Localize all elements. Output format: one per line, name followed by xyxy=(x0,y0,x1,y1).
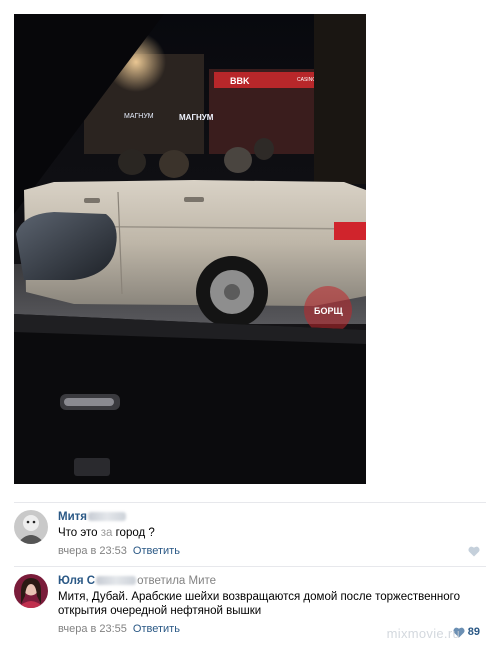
avatar-yulia[interactable] xyxy=(14,574,48,608)
heart-icon xyxy=(468,546,480,557)
comment-mitya: Митя Что это за город ? вчера в 23:53 Отв… xyxy=(14,510,486,558)
comment-text-line: открытия очередной нефтяной вышки xyxy=(58,605,262,617)
comment-meta: вчера в 23:53 Ответить xyxy=(58,545,486,558)
photo-watermark: БОРЩ xyxy=(314,306,343,316)
comment-text-part: Что это xyxy=(58,527,101,540)
post-photo[interactable]: BBK CASINO МАГНУМ МАГНУМ БОРЩ xyxy=(14,14,366,484)
comment-time[interactable]: вчера в 23:55 xyxy=(58,623,127,635)
comments-divider-top xyxy=(14,502,486,503)
reply-button[interactable]: Ответить xyxy=(133,545,180,557)
avatar-image xyxy=(14,574,48,608)
blurred-word: за xyxy=(100,527,113,539)
author-name[interactable]: Юля С xyxy=(58,575,95,587)
casino-sign: CASINO xyxy=(297,77,316,83)
reply-button[interactable]: Ответить xyxy=(133,623,180,635)
bank-sign: BBK xyxy=(230,76,250,86)
comment-text: Митя, Дубай. Арабские шейхи возвращаются… xyxy=(58,590,486,618)
reply-to-label[interactable]: ответила Мите xyxy=(137,575,216,587)
store-sign-left: МАГНУМ xyxy=(124,113,154,120)
comment-author-line: Митя xyxy=(58,510,486,524)
blurred-surname xyxy=(96,576,137,586)
photo-scene: BBK CASINO МАГНУМ МАГНУМ БОРЩ xyxy=(14,14,366,484)
site-watermark: mixmovie.ru xyxy=(386,626,460,641)
avatar-mitya[interactable] xyxy=(14,510,48,544)
avatar-image xyxy=(14,510,48,544)
comment-text-line: Митя, Дубай. Арабские шейхи возвращаются… xyxy=(58,591,460,603)
comment-author-line: Юля С ответила Мите xyxy=(58,574,486,588)
blurred-surname xyxy=(88,512,126,522)
like-count: 89 xyxy=(467,626,480,638)
comment-text-part: город ? xyxy=(112,527,155,540)
comment-time[interactable]: вчера в 23:53 xyxy=(58,545,127,557)
comment-text: Что это за город ? xyxy=(58,526,486,540)
like-button[interactable] xyxy=(468,546,480,557)
comments-divider xyxy=(14,566,486,567)
author-name[interactable]: Митя xyxy=(58,511,87,523)
store-sign: МАГНУМ xyxy=(179,113,214,122)
